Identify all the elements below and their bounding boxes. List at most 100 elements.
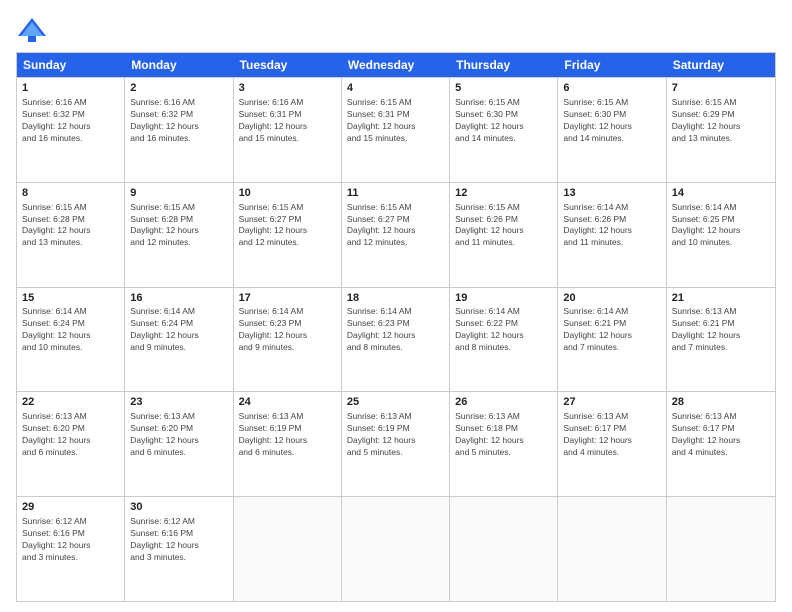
calendar-header: SundayMondayTuesdayWednesdayThursdayFrid… [17, 53, 775, 77]
cell-details: Sunrise: 6:13 AMSunset: 6:20 PMDaylight:… [130, 411, 227, 459]
day-number: 14 [672, 186, 770, 201]
day-number: 2 [130, 81, 227, 96]
day-number: 26 [455, 395, 552, 410]
day-number: 23 [130, 395, 227, 410]
calendar-cell-day-8: 8Sunrise: 6:15 AMSunset: 6:28 PMDaylight… [17, 183, 125, 287]
calendar-cell-day-17: 17Sunrise: 6:14 AMSunset: 6:23 PMDayligh… [234, 288, 342, 392]
cell-details: Sunrise: 6:14 AMSunset: 6:23 PMDaylight:… [347, 306, 444, 354]
day-number: 16 [130, 291, 227, 306]
calendar-cell-day-12: 12Sunrise: 6:15 AMSunset: 6:26 PMDayligh… [450, 183, 558, 287]
cell-details: Sunrise: 6:12 AMSunset: 6:16 PMDaylight:… [22, 516, 119, 564]
cell-details: Sunrise: 6:15 AMSunset: 6:28 PMDaylight:… [130, 202, 227, 250]
header-day-sunday: Sunday [17, 53, 125, 77]
day-number: 5 [455, 81, 552, 96]
calendar-cell-day-18: 18Sunrise: 6:14 AMSunset: 6:23 PMDayligh… [342, 288, 450, 392]
calendar: SundayMondayTuesdayWednesdayThursdayFrid… [16, 52, 776, 602]
logo-icon [16, 16, 48, 44]
cell-details: Sunrise: 6:14 AMSunset: 6:25 PMDaylight:… [672, 202, 770, 250]
calendar-row-4: 22Sunrise: 6:13 AMSunset: 6:20 PMDayligh… [17, 391, 775, 496]
day-number: 19 [455, 291, 552, 306]
cell-details: Sunrise: 6:14 AMSunset: 6:26 PMDaylight:… [563, 202, 660, 250]
header [16, 16, 776, 44]
day-number: 4 [347, 81, 444, 96]
header-day-thursday: Thursday [450, 53, 558, 77]
cell-details: Sunrise: 6:13 AMSunset: 6:21 PMDaylight:… [672, 306, 770, 354]
day-number: 24 [239, 395, 336, 410]
cell-details: Sunrise: 6:14 AMSunset: 6:24 PMDaylight:… [130, 306, 227, 354]
logo [16, 16, 52, 44]
calendar-cell-day-7: 7Sunrise: 6:15 AMSunset: 6:29 PMDaylight… [667, 78, 775, 182]
calendar-cell-day-16: 16Sunrise: 6:14 AMSunset: 6:24 PMDayligh… [125, 288, 233, 392]
cell-details: Sunrise: 6:15 AMSunset: 6:28 PMDaylight:… [22, 202, 119, 250]
calendar-cell-day-19: 19Sunrise: 6:14 AMSunset: 6:22 PMDayligh… [450, 288, 558, 392]
calendar-cell-day-24: 24Sunrise: 6:13 AMSunset: 6:19 PMDayligh… [234, 392, 342, 496]
day-number: 15 [22, 291, 119, 306]
header-day-saturday: Saturday [667, 53, 775, 77]
cell-details: Sunrise: 6:16 AMSunset: 6:31 PMDaylight:… [239, 97, 336, 145]
cell-details: Sunrise: 6:13 AMSunset: 6:17 PMDaylight:… [563, 411, 660, 459]
cell-details: Sunrise: 6:13 AMSunset: 6:17 PMDaylight:… [672, 411, 770, 459]
cell-details: Sunrise: 6:13 AMSunset: 6:19 PMDaylight:… [347, 411, 444, 459]
day-number: 28 [672, 395, 770, 410]
calendar-cell-day-28: 28Sunrise: 6:13 AMSunset: 6:17 PMDayligh… [667, 392, 775, 496]
calendar-cell-day-10: 10Sunrise: 6:15 AMSunset: 6:27 PMDayligh… [234, 183, 342, 287]
calendar-cell-day-5: 5Sunrise: 6:15 AMSunset: 6:30 PMDaylight… [450, 78, 558, 182]
cell-details: Sunrise: 6:15 AMSunset: 6:27 PMDaylight:… [347, 202, 444, 250]
cell-details: Sunrise: 6:15 AMSunset: 6:30 PMDaylight:… [563, 97, 660, 145]
header-day-monday: Monday [125, 53, 233, 77]
day-number: 22 [22, 395, 119, 410]
calendar-cell-empty [558, 497, 666, 601]
calendar-cell-day-21: 21Sunrise: 6:13 AMSunset: 6:21 PMDayligh… [667, 288, 775, 392]
calendar-cell-empty [450, 497, 558, 601]
day-number: 29 [22, 500, 119, 515]
calendar-row-5: 29Sunrise: 6:12 AMSunset: 6:16 PMDayligh… [17, 496, 775, 601]
day-number: 20 [563, 291, 660, 306]
cell-details: Sunrise: 6:16 AMSunset: 6:32 PMDaylight:… [22, 97, 119, 145]
calendar-cell-day-20: 20Sunrise: 6:14 AMSunset: 6:21 PMDayligh… [558, 288, 666, 392]
header-day-friday: Friday [558, 53, 666, 77]
calendar-cell-day-4: 4Sunrise: 6:15 AMSunset: 6:31 PMDaylight… [342, 78, 450, 182]
cell-details: Sunrise: 6:16 AMSunset: 6:32 PMDaylight:… [130, 97, 227, 145]
calendar-cell-day-22: 22Sunrise: 6:13 AMSunset: 6:20 PMDayligh… [17, 392, 125, 496]
header-day-wednesday: Wednesday [342, 53, 450, 77]
calendar-cell-day-25: 25Sunrise: 6:13 AMSunset: 6:19 PMDayligh… [342, 392, 450, 496]
calendar-cell-day-11: 11Sunrise: 6:15 AMSunset: 6:27 PMDayligh… [342, 183, 450, 287]
calendar-cell-day-1: 1Sunrise: 6:16 AMSunset: 6:32 PMDaylight… [17, 78, 125, 182]
day-number: 13 [563, 186, 660, 201]
cell-details: Sunrise: 6:14 AMSunset: 6:22 PMDaylight:… [455, 306, 552, 354]
cell-details: Sunrise: 6:13 AMSunset: 6:19 PMDaylight:… [239, 411, 336, 459]
day-number: 18 [347, 291, 444, 306]
day-number: 12 [455, 186, 552, 201]
cell-details: Sunrise: 6:14 AMSunset: 6:21 PMDaylight:… [563, 306, 660, 354]
calendar-row-1: 1Sunrise: 6:16 AMSunset: 6:32 PMDaylight… [17, 77, 775, 182]
day-number: 8 [22, 186, 119, 201]
cell-details: Sunrise: 6:15 AMSunset: 6:31 PMDaylight:… [347, 97, 444, 145]
day-number: 3 [239, 81, 336, 96]
calendar-row-2: 8Sunrise: 6:15 AMSunset: 6:28 PMDaylight… [17, 182, 775, 287]
calendar-cell-day-9: 9Sunrise: 6:15 AMSunset: 6:28 PMDaylight… [125, 183, 233, 287]
calendar-cell-day-23: 23Sunrise: 6:13 AMSunset: 6:20 PMDayligh… [125, 392, 233, 496]
calendar-cell-day-27: 27Sunrise: 6:13 AMSunset: 6:17 PMDayligh… [558, 392, 666, 496]
cell-details: Sunrise: 6:13 AMSunset: 6:20 PMDaylight:… [22, 411, 119, 459]
header-day-tuesday: Tuesday [234, 53, 342, 77]
cell-details: Sunrise: 6:15 AMSunset: 6:27 PMDaylight:… [239, 202, 336, 250]
day-number: 9 [130, 186, 227, 201]
calendar-row-3: 15 Sunrise: 6:14 AMSunset: 6:24 PMDayligh… [17, 287, 775, 392]
cell-details: Sunrise: 6:15 AMSunset: 6:30 PMDaylight:… [455, 97, 552, 145]
calendar-cell-day-26: 26Sunrise: 6:13 AMSunset: 6:18 PMDayligh… [450, 392, 558, 496]
page: SundayMondayTuesdayWednesdayThursdayFrid… [0, 0, 792, 612]
calendar-cell-day-3: 3Sunrise: 6:16 AMSunset: 6:31 PMDaylight… [234, 78, 342, 182]
cell-details: Sunrise: 6:13 AMSunset: 6:18 PMDaylight:… [455, 411, 552, 459]
cell-details: Sunrise: 6:14 AMSunset: 6:23 PMDaylight:… [239, 306, 336, 354]
calendar-cell-day-13: 13Sunrise: 6:14 AMSunset: 6:26 PMDayligh… [558, 183, 666, 287]
day-number: 30 [130, 500, 227, 515]
calendar-body: 1Sunrise: 6:16 AMSunset: 6:32 PMDaylight… [17, 77, 775, 601]
calendar-cell-day-6: 6Sunrise: 6:15 AMSunset: 6:30 PMDaylight… [558, 78, 666, 182]
calendar-cell-day-2: 2Sunrise: 6:16 AMSunset: 6:32 PMDaylight… [125, 78, 233, 182]
day-number: 27 [563, 395, 660, 410]
calendar-cell-day-30: 30Sunrise: 6:12 AMSunset: 6:16 PMDayligh… [125, 497, 233, 601]
day-number: 11 [347, 186, 444, 201]
day-number: 21 [672, 291, 770, 306]
calendar-cell-day-29: 29Sunrise: 6:12 AMSunset: 6:16 PMDayligh… [17, 497, 125, 601]
day-number: 25 [347, 395, 444, 410]
